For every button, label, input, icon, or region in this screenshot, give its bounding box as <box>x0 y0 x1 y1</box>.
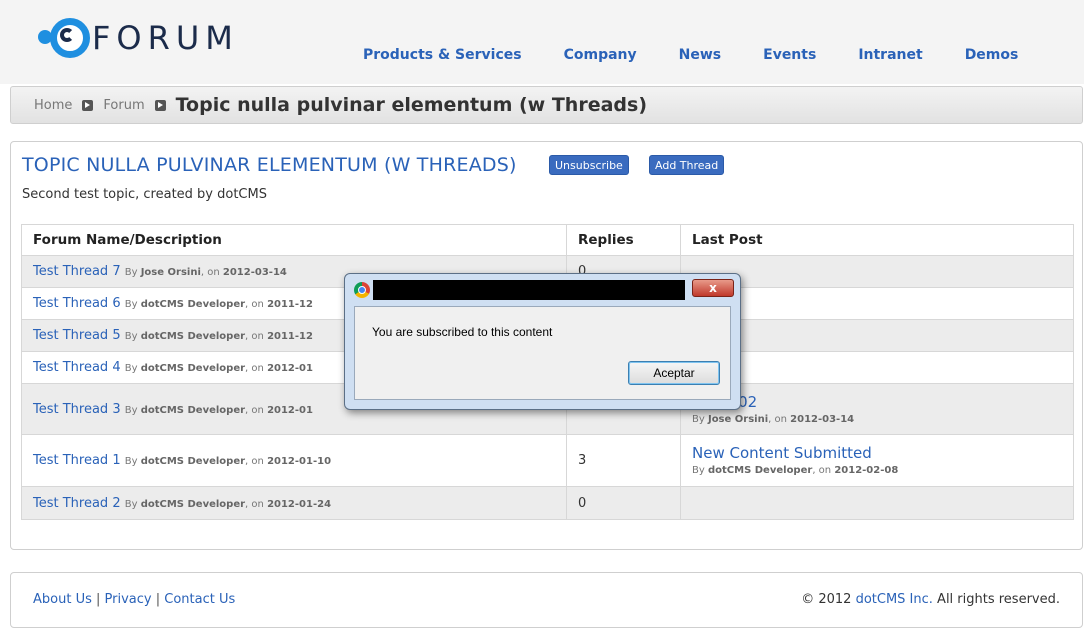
copyright-prefix: © 2012 <box>801 592 852 607</box>
thread-author: dotCMS Developer <box>140 404 246 416</box>
footer-contact-link[interactable]: Contact Us <box>164 592 235 607</box>
col-forum-name: Forum Name/Description <box>21 224 567 256</box>
last-post-author: dotCMS Developer <box>707 465 813 476</box>
last-post-cell: New Content Submitted By dotCMS Develope… <box>680 434 1074 487</box>
nav-events[interactable]: Events <box>763 47 816 63</box>
nav-demos[interactable]: Demos <box>965 47 1019 63</box>
by-label: By <box>124 456 138 467</box>
last-post-date: 2012-03-14 <box>790 413 855 425</box>
alert-dialog: x You are subscribed to this content Ace… <box>344 273 741 410</box>
thread-date: 2012-01-10 <box>267 456 332 467</box>
copyright-suffix: All rights reserved. <box>937 592 1060 607</box>
by-label: By <box>124 267 138 278</box>
breadcrumb: Home Forum Topic nulla pulvinar elementu… <box>10 86 1083 124</box>
thread-author: Jose Orsini <box>140 267 201 278</box>
nav-intranet[interactable]: Intranet <box>858 47 922 63</box>
by-label: By <box>692 413 705 425</box>
replies-count: 3 <box>566 434 681 487</box>
close-icon: x <box>709 281 717 295</box>
footer-separator: | <box>155 592 161 607</box>
dialog-title-redacted <box>373 280 685 300</box>
last-post-cell <box>680 486 1074 520</box>
thread-date: 2012-01 <box>267 404 313 416</box>
by-label: By <box>124 331 138 342</box>
breadcrumb-forum[interactable]: Forum <box>103 98 144 113</box>
thread-link[interactable]: Test Thread 2 <box>33 496 121 511</box>
thread-cell: Test Thread 2 By dotCMS Developer, on 20… <box>21 486 567 520</box>
on-label: , on <box>245 299 264 310</box>
topic-description: Second test topic, created by dotCMS <box>22 187 267 202</box>
thread-link[interactable]: Test Thread 1 <box>33 453 121 468</box>
dialog-body: You are subscribed to this content Acept… <box>354 306 731 400</box>
logo-text: FORUM <box>92 19 239 57</box>
thread-author: dotCMS Developer <box>140 498 246 510</box>
thread-link[interactable]: Test Thread 5 <box>33 328 121 343</box>
on-label: , on <box>768 413 787 425</box>
add-thread-button[interactable]: Add Thread <box>649 155 725 175</box>
on-label: , on <box>812 465 832 476</box>
footer-privacy-link[interactable]: Privacy <box>105 592 152 607</box>
arrow-right-icon <box>82 99 94 111</box>
thread-date: 2011-12 <box>267 299 313 310</box>
on-label: , on <box>245 498 264 510</box>
on-label: , on <box>245 331 264 342</box>
thread-link[interactable]: Test Thread 3 <box>33 402 121 417</box>
last-post-link[interactable]: New Content Submitted <box>692 444 1062 462</box>
col-last-post: Last Post <box>680 224 1074 256</box>
copyright: © 2012 dotCMS Inc. All rights reserved. <box>801 592 1060 607</box>
site-header: FORUM Products & Services Company News E… <box>0 0 1084 84</box>
breadcrumb-current: Topic nulla pulvinar elementum (w Thread… <box>175 94 648 116</box>
thread-author: dotCMS Developer <box>140 363 246 374</box>
thread-cell: Test Thread 1 By dotCMS Developer, on 20… <box>21 434 567 487</box>
by-label: By <box>692 465 705 476</box>
on-label: , on <box>245 363 264 374</box>
chrome-icon <box>354 282 370 298</box>
thread-author: dotCMS Developer <box>140 299 246 310</box>
table-header-row: Forum Name/Description Replies Last Post <box>21 224 1074 256</box>
unsubscribe-button[interactable]: Unsubscribe <box>549 155 629 175</box>
thread-link[interactable]: Test Thread 4 <box>33 360 121 375</box>
dialog-message: You are subscribed to this content <box>372 325 553 339</box>
col-replies: Replies <box>566 224 681 256</box>
forum-logo-icon <box>38 16 90 60</box>
on-label: , on <box>245 404 264 416</box>
thread-link[interactable]: Test Thread 7 <box>33 264 121 279</box>
nav-products-services[interactable]: Products & Services <box>363 47 522 63</box>
site-logo[interactable]: FORUM <box>38 16 239 60</box>
on-label: , on <box>245 456 264 467</box>
thread-date: 2012-03-14 <box>222 267 287 278</box>
company-link[interactable]: dotCMS Inc. <box>856 592 933 607</box>
breadcrumb-home[interactable]: Home <box>34 98 72 113</box>
by-label: By <box>124 299 138 310</box>
footer-separator: | <box>96 592 101 607</box>
thread-date: 2012-01 <box>267 363 313 374</box>
replies-count: 0 <box>566 486 681 520</box>
table-row: Test Thread 1 By dotCMS Developer, on 20… <box>21 434 1074 487</box>
arrow-right-icon <box>154 99 166 111</box>
thread-author: dotCMS Developer <box>140 331 246 342</box>
nav-news[interactable]: News <box>679 47 721 63</box>
nav-company[interactable]: Company <box>564 47 637 63</box>
by-label: By <box>124 363 138 374</box>
thread-author: dotCMS Developer <box>140 456 246 467</box>
dialog-close-button[interactable]: x <box>692 279 734 297</box>
on-label: , on <box>200 267 220 278</box>
footer-links: About Us | Privacy | Contact Us <box>33 592 235 607</box>
dialog-ok-button[interactable]: Aceptar <box>628 361 720 385</box>
table-row: Test Thread 2 By dotCMS Developer, on 20… <box>21 486 1074 520</box>
footer-about-link[interactable]: About Us <box>33 592 92 607</box>
thread-date: 2012-01-24 <box>267 498 332 510</box>
by-label: By <box>124 404 138 416</box>
thread-date: 2011-12 <box>267 331 313 342</box>
page-title: TOPIC NULLA PULVINAR ELEMENTUM (W THREAD… <box>22 154 517 176</box>
by-label: By <box>124 498 138 510</box>
main-nav: Products & Services Company News Events … <box>363 47 1060 63</box>
last-post-author: Jose Orsini <box>707 413 769 425</box>
last-post-date: 2012-02-08 <box>834 465 899 476</box>
thread-link[interactable]: Test Thread 6 <box>33 296 121 311</box>
last-post-link[interactable]: eply 002 <box>692 393 1062 411</box>
